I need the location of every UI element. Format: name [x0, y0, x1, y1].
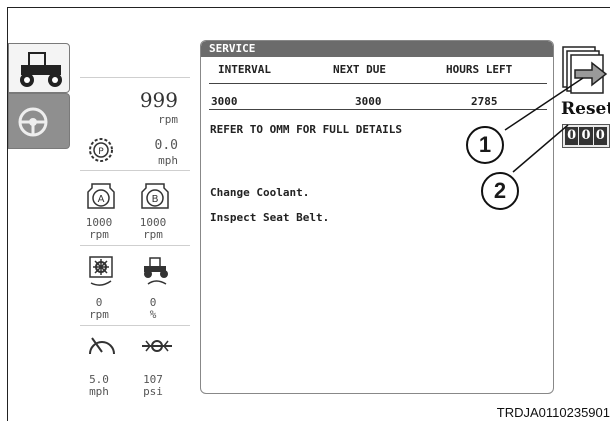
callout-leader-lines	[504, 77, 584, 173]
callout-1: 1	[466, 126, 504, 164]
figure-reference: TRDJA0110235901	[496, 405, 610, 420]
callout-2: 2	[481, 172, 519, 210]
